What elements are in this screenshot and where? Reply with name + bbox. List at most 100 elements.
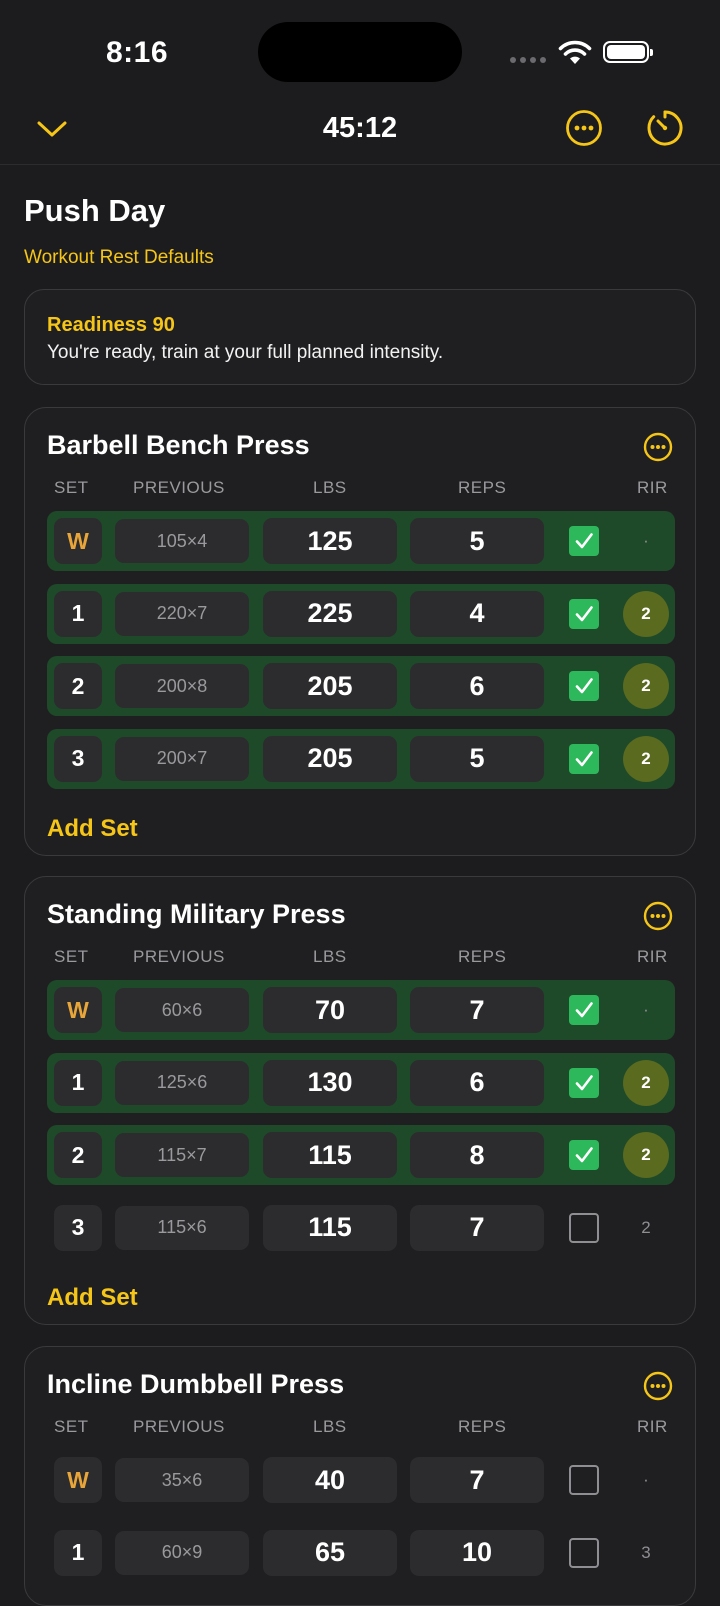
checkmark-icon <box>575 678 593 694</box>
reps-input[interactable]: 5 <box>410 735 544 782</box>
previous-value[interactable]: 115×7 <box>115 1133 249 1177</box>
column-header-previous: PREVIOUS <box>133 947 225 966</box>
rir-value[interactable]: 2 <box>623 1059 669 1106</box>
set-row: W 60×6 70 7 · <box>47 980 675 1040</box>
set-number[interactable]: 1 <box>54 1529 102 1576</box>
set-complete-checkbox[interactable] <box>569 1212 599 1243</box>
checkmark-icon <box>575 1074 593 1090</box>
workout-rest-defaults-link[interactable]: Workout Rest Defaults <box>24 247 214 269</box>
column-header-previous: PREVIOUS <box>133 478 225 497</box>
set-number[interactable]: W <box>54 987 102 1033</box>
column-header-reps: REPS <box>458 478 507 497</box>
previous-value[interactable]: 60×9 <box>115 1530 249 1575</box>
previous-value[interactable]: 115×6 <box>115 1205 249 1250</box>
lbs-input[interactable]: 225 <box>263 590 397 637</box>
exercise-options-icon[interactable] <box>643 432 673 462</box>
previous-value[interactable]: 60×6 <box>115 988 249 1032</box>
rir-value[interactable]: 2 <box>623 735 669 782</box>
readiness-card[interactable]: Readiness 90 You're ready, train at your… <box>24 289 696 385</box>
set-number[interactable]: W <box>54 518 102 564</box>
set-number[interactable]: 2 <box>54 1132 102 1178</box>
rir-value[interactable]: · <box>623 518 669 564</box>
set-number[interactable]: 3 <box>54 735 102 782</box>
rir-value[interactable]: 2 <box>623 1132 669 1178</box>
workout-navbar: 45:12 <box>0 100 720 165</box>
exercise-name[interactable]: Incline Dumbbell Press <box>47 1369 344 1400</box>
rir-value[interactable]: · <box>623 1457 669 1503</box>
checkmark-icon <box>575 750 593 766</box>
reps-input[interactable]: 5 <box>410 518 544 564</box>
reps-input[interactable]: 10 <box>410 1529 544 1576</box>
lbs-input[interactable]: 125 <box>263 518 397 564</box>
more-options-icon[interactable] <box>565 109 603 147</box>
status-bar: 8:16 <box>0 0 720 100</box>
readiness-description: You're ready, train at your full planned… <box>47 342 444 363</box>
set-row: 1 125×6 130 6 2 <box>47 1052 675 1113</box>
column-header-rir: RIR <box>637 947 668 966</box>
set-complete-checkbox[interactable] <box>569 1465 599 1495</box>
rir-value[interactable]: 2 <box>623 590 669 637</box>
set-complete-checkbox[interactable] <box>569 1140 599 1170</box>
checkmark-icon <box>575 1002 593 1018</box>
lbs-input[interactable]: 205 <box>263 735 397 782</box>
set-row: 2 200×8 205 6 2 <box>47 656 675 716</box>
reps-input[interactable]: 7 <box>410 987 544 1033</box>
reps-input[interactable]: 8 <box>410 1132 544 1178</box>
set-complete-checkbox[interactable] <box>569 743 599 774</box>
column-header-lbs: LBS <box>313 947 347 966</box>
lbs-input[interactable]: 65 <box>263 1529 397 1576</box>
exercise-options-icon[interactable] <box>643 1371 673 1401</box>
reps-input[interactable]: 6 <box>410 663 544 709</box>
set-row: 2 115×7 115 8 2 <box>47 1125 675 1185</box>
lbs-input[interactable]: 70 <box>263 987 397 1033</box>
lbs-input[interactable]: 205 <box>263 663 397 709</box>
dynamic-island <box>258 22 462 82</box>
reps-input[interactable]: 4 <box>410 590 544 637</box>
set-complete-checkbox[interactable] <box>569 526 599 556</box>
set-complete-checkbox[interactable] <box>569 598 599 629</box>
previous-value[interactable]: 125×6 <box>115 1060 249 1105</box>
rest-timer-icon[interactable] <box>645 108 685 148</box>
set-number[interactable]: 2 <box>54 663 102 709</box>
set-complete-checkbox[interactable] <box>569 995 599 1025</box>
column-header-rir: RIR <box>637 1417 668 1436</box>
column-header-previous: PREVIOUS <box>133 1417 225 1436</box>
set-number[interactable]: 1 <box>54 590 102 637</box>
rir-value[interactable]: 2 <box>623 663 669 709</box>
workout-title[interactable]: Push Day <box>24 193 165 229</box>
previous-value[interactable]: 220×7 <box>115 591 249 636</box>
exercise-name[interactable]: Barbell Bench Press <box>47 430 310 461</box>
status-time: 8:16 <box>106 36 169 69</box>
previous-value[interactable]: 35×6 <box>115 1458 249 1502</box>
column-header-lbs: LBS <box>313 1417 347 1436</box>
column-header-reps: REPS <box>458 1417 507 1436</box>
previous-value[interactable]: 200×7 <box>115 736 249 781</box>
set-number[interactable]: W <box>54 1457 102 1503</box>
set-complete-checkbox[interactable] <box>569 1067 599 1098</box>
set-complete-checkbox[interactable] <box>569 1537 599 1568</box>
set-complete-checkbox[interactable] <box>569 671 599 701</box>
lbs-input[interactable]: 40 <box>263 1457 397 1503</box>
lbs-input[interactable]: 115 <box>263 1132 397 1178</box>
previous-value[interactable]: 200×8 <box>115 664 249 708</box>
previous-value[interactable]: 105×4 <box>115 519 249 563</box>
battery-icon <box>603 41 653 63</box>
rir-value[interactable]: · <box>623 987 669 1033</box>
column-header-set: SET <box>54 947 89 966</box>
add-set-button[interactable]: Add Set <box>47 1284 138 1312</box>
reps-input[interactable]: 6 <box>410 1059 544 1106</box>
set-row: 1 220×7 225 4 2 <box>47 583 675 644</box>
set-number[interactable]: 3 <box>54 1204 102 1251</box>
exercise-name[interactable]: Standing Military Press <box>47 899 346 930</box>
reps-input[interactable]: 7 <box>410 1204 544 1251</box>
set-row: 3 115×6 115 7 2 <box>47 1198 675 1258</box>
lbs-input[interactable]: 115 <box>263 1204 397 1251</box>
lbs-input[interactable]: 130 <box>263 1059 397 1106</box>
reps-input[interactable]: 7 <box>410 1457 544 1503</box>
column-header-set: SET <box>54 478 89 497</box>
rir-value[interactable]: 2 <box>623 1205 669 1251</box>
rir-value[interactable]: 3 <box>623 1530 669 1576</box>
add-set-button[interactable]: Add Set <box>47 815 138 843</box>
exercise-options-icon[interactable] <box>643 901 673 931</box>
set-number[interactable]: 1 <box>54 1059 102 1106</box>
